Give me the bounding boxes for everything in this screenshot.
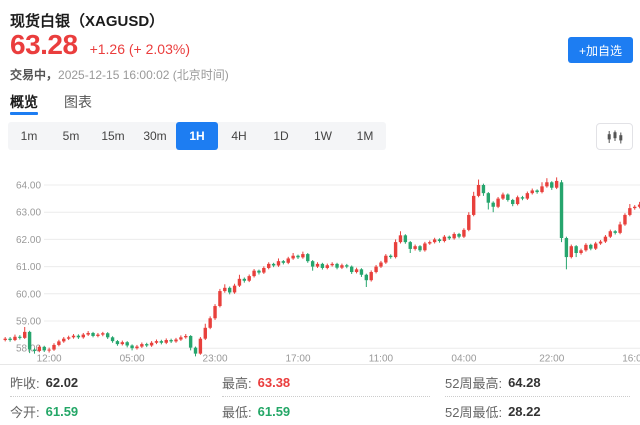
timeframe-toolbar: 1m5m15m30m1H4H1D1W1M	[8, 122, 386, 150]
timeframe-button-30m[interactable]: 30m	[134, 122, 176, 150]
timeframe-button-1H[interactable]: 1H	[176, 122, 218, 150]
timeframe-button-1m[interactable]: 1m	[8, 122, 50, 150]
add-watchlist-button[interactable]: +加自选	[568, 37, 633, 63]
svg-text:12:00: 12:00	[37, 354, 62, 365]
active-tab-indicator	[10, 112, 38, 115]
stat-52w-low: 52周最低: 28.22	[445, 396, 630, 425]
svg-text:59.00: 59.00	[16, 317, 41, 328]
timeframe-button-1W[interactable]: 1W	[302, 122, 344, 150]
svg-text:22:00: 22:00	[539, 354, 564, 365]
quote-page: 现货白银（XAGUSD） 63.28 +1.26 (+ 2.03%) 交易中，2…	[0, 0, 640, 425]
stats-footer: 昨收: 62.02 今开: 61.59 最高: 63.38 最低: 61.59 …	[0, 368, 640, 425]
price-change: +1.26 (+ 2.03%)	[90, 41, 190, 59]
page-title: 现货白银（XAGUSD）	[10, 10, 164, 31]
market-status: 交易中，	[10, 68, 58, 82]
svg-text:11:00: 11:00	[369, 354, 394, 365]
price-row: 63.28 +1.26 (+ 2.03%)	[10, 31, 190, 59]
svg-text:17:00: 17:00	[285, 354, 310, 365]
timeframe-button-1M[interactable]: 1M	[344, 122, 386, 150]
svg-text:16:00: 16:00	[622, 354, 640, 365]
quote-timestamp: 2025-12-15 16:00:02 (北京时间)	[58, 68, 229, 82]
stats-column-3: 52周最高: 64.28 52周最低: 28.22	[445, 368, 630, 425]
chart-style-button[interactable]	[596, 123, 633, 150]
last-price: 63.28	[10, 31, 78, 59]
svg-text:62.00: 62.00	[16, 235, 41, 246]
svg-text:04:00: 04:00	[451, 354, 476, 365]
stat-high: 最高: 63.38	[222, 368, 430, 396]
svg-text:61.00: 61.00	[16, 262, 41, 273]
timeframe-button-4H[interactable]: 4H	[218, 122, 260, 150]
svg-text:05:00: 05:00	[120, 354, 145, 365]
stat-open: 今开: 61.59	[10, 396, 210, 425]
svg-text:64.00: 64.00	[16, 181, 41, 192]
svg-text:23:00: 23:00	[203, 354, 228, 365]
stats-column-2: 最高: 63.38 最低: 61.59	[222, 368, 430, 425]
timeframe-button-1D[interactable]: 1D	[260, 122, 302, 150]
svg-text:60.00: 60.00	[16, 289, 41, 300]
stat-low: 最低: 61.59	[222, 396, 430, 425]
stats-column-1: 昨收: 62.02 今开: 61.59	[10, 368, 210, 425]
tab-chart[interactable]: 图表	[64, 92, 92, 118]
timeframe-button-5m[interactable]: 5m	[50, 122, 92, 150]
stat-prev-close: 昨收: 62.02	[10, 368, 210, 396]
stat-52w-high: 52周最高: 64.28	[445, 368, 630, 396]
market-status-row: 交易中，2025-12-15 16:00:02 (北京时间)	[10, 66, 229, 83]
candlestick-chart[interactable]: 64.0063.0062.0061.0060.0059.0058.0012:00…	[0, 160, 640, 366]
svg-text:63.00: 63.00	[16, 208, 41, 219]
candlestick-icon	[606, 130, 624, 144]
timeframe-button-15m[interactable]: 15m	[92, 122, 134, 150]
